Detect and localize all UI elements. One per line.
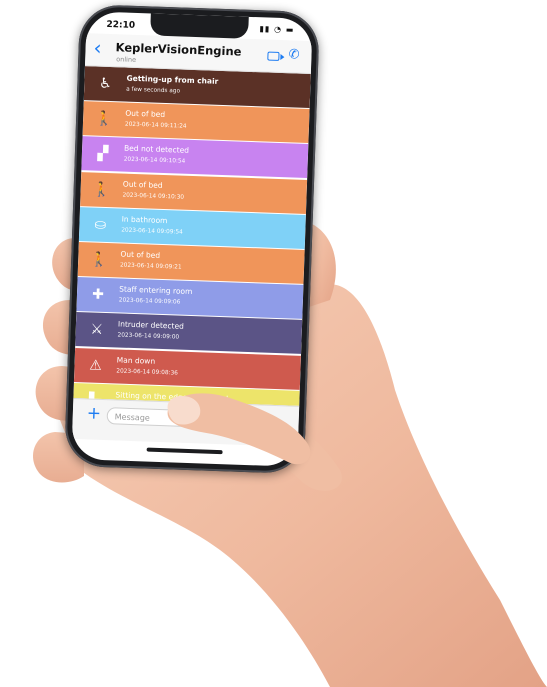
alert-timestamp: 2023-06-14 09:09:00	[117, 332, 180, 341]
phone-screen: 22:10 ▮▮ ◔ ▬ ‹ KeplerVisionEngine online…	[71, 11, 313, 467]
alert-timestamp: a few seconds ago	[126, 86, 181, 95]
message-input[interactable]: Message	[106, 407, 257, 430]
alert-timestamp: 2023-06-14 09:08:36	[116, 368, 178, 377]
alert-title: Bed not detected	[123, 143, 190, 156]
alert-timestamp: 2023-06-14 09:09:54	[121, 227, 183, 236]
presence-status: online	[116, 55, 137, 64]
alert-title: Man down	[116, 355, 156, 366]
alert-title: Staff entering room	[119, 284, 193, 297]
phone: 22:10 ▮▮ ◔ ▬ ‹ KeplerVisionEngine online…	[64, 3, 320, 475]
alert-timestamp: 2023-06-14 09:11:24	[124, 121, 187, 130]
alert-icon: 🚶	[95, 110, 114, 128]
phone-icon[interactable]: ✆	[288, 47, 299, 62]
back-icon[interactable]: ‹	[93, 35, 102, 59]
scene: 22:10 ▮▮ ◔ ▬ ‹ KeplerVisionEngine online…	[0, 0, 547, 687]
plus-icon[interactable]: +	[86, 403, 101, 423]
signal-wifi-battery-icon: ▮▮ ◔ ▬	[259, 24, 295, 35]
alert-title: In bathroom	[121, 214, 168, 225]
notch	[150, 13, 249, 39]
alert-icon: ⚔	[90, 321, 104, 339]
alert-list: ♿ Getting-up from chair a few seconds ago 🚶…	[73, 66, 311, 406]
alert-title: Intruder detected	[117, 319, 185, 332]
message-composer: + Message	[71, 397, 300, 447]
alert-title: Out of bed	[122, 179, 163, 190]
alert-title: Out of bed	[125, 108, 166, 120]
alert-icon: ♿	[98, 75, 112, 93]
alert-icon: ⚠	[88, 357, 103, 374]
alert-timestamp: 2023-06-14 09:10:54	[123, 156, 186, 166]
alert-icon: 🚶	[90, 251, 109, 269]
alert-title: Out of bed	[120, 249, 161, 260]
alert-icon: ▞	[97, 146, 109, 163]
alert-icon: ✚	[91, 286, 105, 304]
status-time: 22:10	[106, 19, 136, 31]
alert-icon: ⛀	[94, 216, 107, 233]
alert-timestamp: 2023-06-14 09:09:21	[119, 262, 182, 271]
alert-title: Getting-up from chair	[126, 73, 219, 86]
alert-timestamp: 2023-06-14 09:09:06	[118, 297, 181, 306]
video-camera-icon[interactable]	[267, 51, 280, 61]
alert-icon: 🚶	[92, 181, 111, 198]
alert-timestamp: 2023-06-14 09:10:30	[122, 192, 185, 201]
home-indicator	[146, 447, 223, 455]
